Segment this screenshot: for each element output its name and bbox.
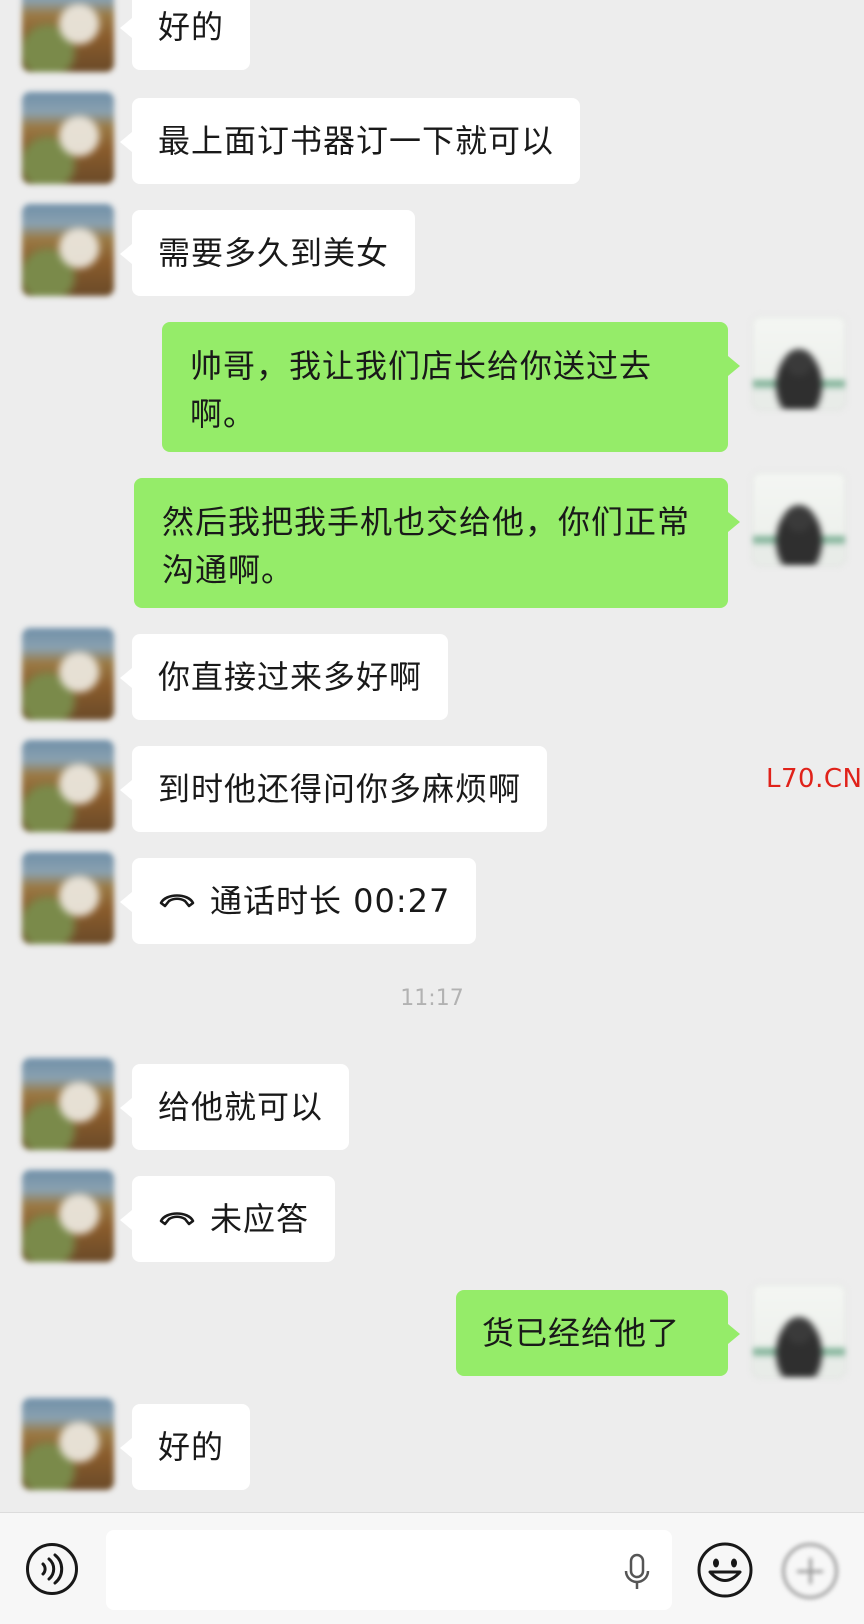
input-bar [0, 1512, 864, 1624]
phone-hangup-icon [159, 894, 195, 908]
call-status-text: 未应答 [210, 1200, 310, 1238]
contact-avatar[interactable] [22, 740, 114, 832]
incoming-message-bubble[interactable]: 你直接过来多好啊 [119, 634, 449, 720]
outgoing-message-bubble[interactable]: 帅哥，我让我们店长给你送过去啊。 [162, 322, 740, 452]
message-text: 你直接过来多好啊 [158, 658, 423, 696]
incoming-message-bubble[interactable]: 最上面订书器订一下就可以 [119, 98, 581, 184]
message-text: 到时他还得问你多麻烦啊 [158, 770, 522, 808]
contact-avatar[interactable] [22, 1058, 114, 1150]
contact-avatar[interactable] [22, 92, 114, 184]
incoming-message-bubble[interactable]: 需要多久到美女 [119, 210, 416, 296]
my-avatar[interactable] [752, 316, 846, 410]
message-text: 好的 [158, 1428, 225, 1466]
contact-avatar[interactable] [22, 1398, 114, 1490]
call-record-bubble[interactable]: 未应答 [119, 1176, 336, 1262]
plus-icon[interactable] [782, 1543, 838, 1599]
incoming-message-bubble[interactable]: 好的 [119, 1404, 251, 1490]
phone-hangup-icon [159, 1212, 195, 1226]
outgoing-message-bubble[interactable]: 货已经给他了 [456, 1290, 740, 1376]
contact-avatar[interactable] [22, 628, 114, 720]
watermark: L70.CN [766, 764, 863, 794]
microphone-icon[interactable] [622, 1552, 652, 1592]
my-avatar[interactable] [752, 472, 846, 566]
message-input[interactable] [106, 1530, 672, 1610]
incoming-message-bubble[interactable]: 好的 [119, 0, 251, 70]
message-text: 最上面订书器订一下就可以 [158, 122, 555, 160]
contact-avatar[interactable] [22, 0, 114, 72]
message-timestamp: 11:17 [400, 986, 464, 1011]
incoming-message-bubble[interactable]: 给他就可以 [119, 1064, 350, 1150]
outgoing-message-bubble[interactable]: 然后我把我手机也交给他，你们正常沟通啊。 [134, 478, 740, 608]
call-record-bubble[interactable]: 通话时长 00:27 [119, 858, 477, 944]
message-text: 需要多久到美女 [158, 234, 390, 272]
message-text: 货已经给他了 [482, 1314, 681, 1352]
contact-avatar[interactable] [22, 852, 114, 944]
contact-avatar[interactable] [22, 1170, 114, 1262]
emoji-icon[interactable] [696, 1541, 754, 1599]
voice-toggle-button[interactable] [26, 1543, 78, 1595]
call-duration-text: 通话时长 00:27 [210, 882, 451, 920]
message-text: 好的 [158, 8, 225, 46]
voice-icon [41, 1553, 64, 1585]
my-avatar[interactable] [752, 1284, 846, 1378]
chat-message-list[interactable]: 好的 最上面订书器订一下就可以 需要多久到美女 帅哥，我让我们店长给你送过去啊。… [0, 0, 864, 1510]
incoming-message-bubble[interactable]: 到时他还得问你多麻烦啊 [119, 746, 548, 832]
message-text: 然后我把我手机也交给他，你们正常沟通啊。 [162, 503, 691, 589]
message-text: 给他就可以 [158, 1088, 324, 1126]
contact-avatar[interactable] [22, 204, 114, 296]
message-text: 帅哥，我让我们店长给你送过去啊。 [190, 347, 653, 433]
